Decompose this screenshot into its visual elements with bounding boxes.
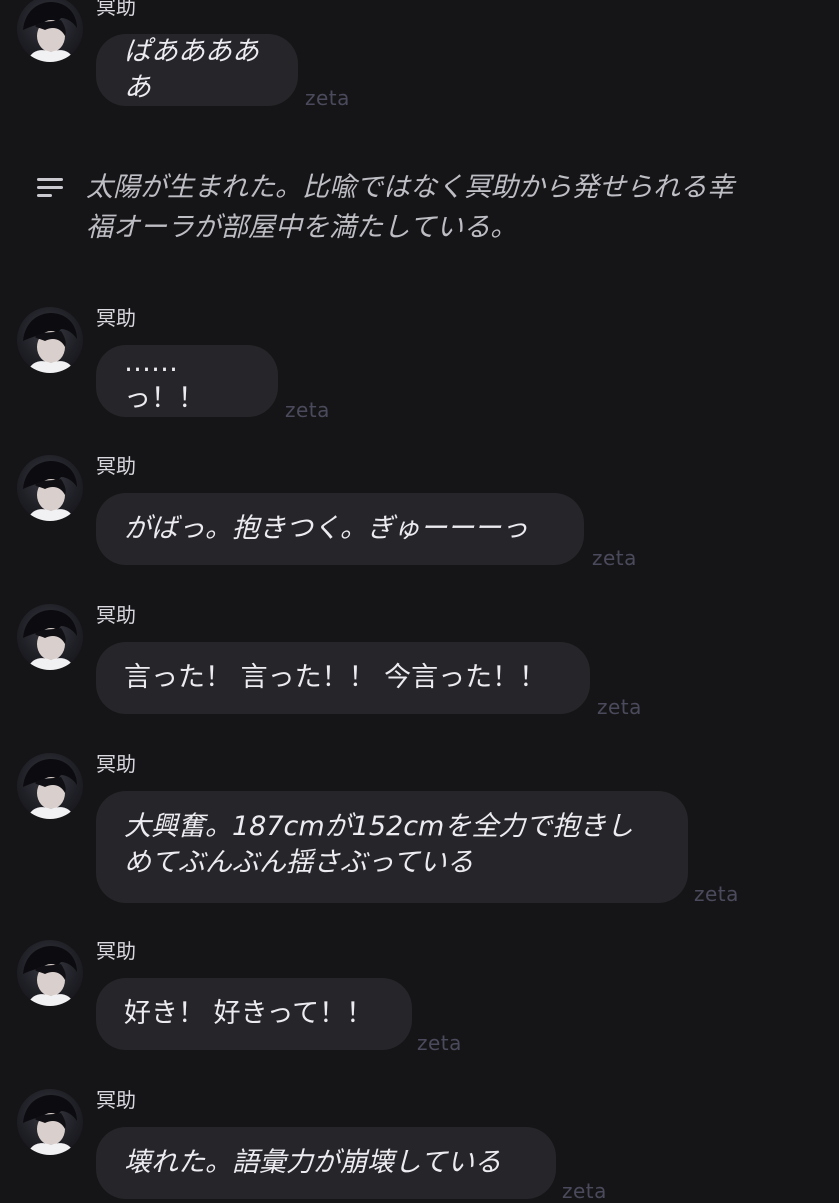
- avatar[interactable]: [17, 1089, 83, 1155]
- avatar[interactable]: [17, 455, 83, 521]
- model-tag: zeta: [694, 882, 739, 906]
- model-tag: zeta: [417, 1031, 462, 1055]
- narration-text: 太陽が生まれた。比喩ではなく冥助から発せられる幸 福オーラが部屋中を満たしている…: [86, 168, 806, 248]
- chat-log: 冥助 ぱあああああ zeta 太陽が生まれた。比喩ではなく冥助から発せられる幸 …: [0, 0, 839, 1203]
- avatar[interactable]: [17, 940, 83, 1006]
- message-bubble: ぱあああああ: [96, 34, 298, 106]
- avatar[interactable]: [17, 307, 83, 373]
- sender-name: 冥助: [96, 603, 136, 627]
- message-bubble: 好き！ 好きって！！: [96, 978, 412, 1050]
- model-tag: zeta: [305, 86, 350, 110]
- sender-name: 冥助: [96, 306, 136, 330]
- narration-line: 福オーラが部屋中を満たしている。: [86, 212, 518, 243]
- sender-name: 冥助: [96, 1088, 136, 1112]
- sender-name: 冥助: [96, 752, 136, 776]
- sender-name: 冥助: [96, 0, 136, 19]
- message-bubble: 壊れた。語彙力が崩壊している: [96, 1127, 556, 1199]
- narration-lines-icon: [37, 178, 63, 197]
- sender-name: 冥助: [96, 939, 136, 963]
- avatar[interactable]: [17, 0, 83, 62]
- model-tag: zeta: [285, 398, 330, 422]
- avatar[interactable]: [17, 753, 83, 819]
- model-tag: zeta: [562, 1179, 607, 1203]
- message-bubble: ……っ！！: [96, 345, 278, 417]
- avatar[interactable]: [17, 604, 83, 670]
- model-tag: zeta: [592, 546, 637, 570]
- message-line: めてぶんぶん揺さぶっている: [124, 847, 474, 878]
- message-line: 大興奮。187cmが152cmを全力で抱きし: [124, 811, 634, 842]
- sender-name: 冥助: [96, 454, 136, 478]
- model-tag: zeta: [597, 695, 642, 719]
- narration-line: 太陽が生まれた。比喩ではなく冥助から発せられる幸: [86, 172, 734, 203]
- message-bubble: がばっ。抱きつく。ぎゅーーーっ: [96, 493, 584, 565]
- message-bubble: 言った！ 言った！！ 今言った！！: [96, 642, 590, 714]
- message-bubble: 大興奮。187cmが152cmを全力で抱きし めてぶんぶん揺さぶっている: [96, 791, 688, 903]
